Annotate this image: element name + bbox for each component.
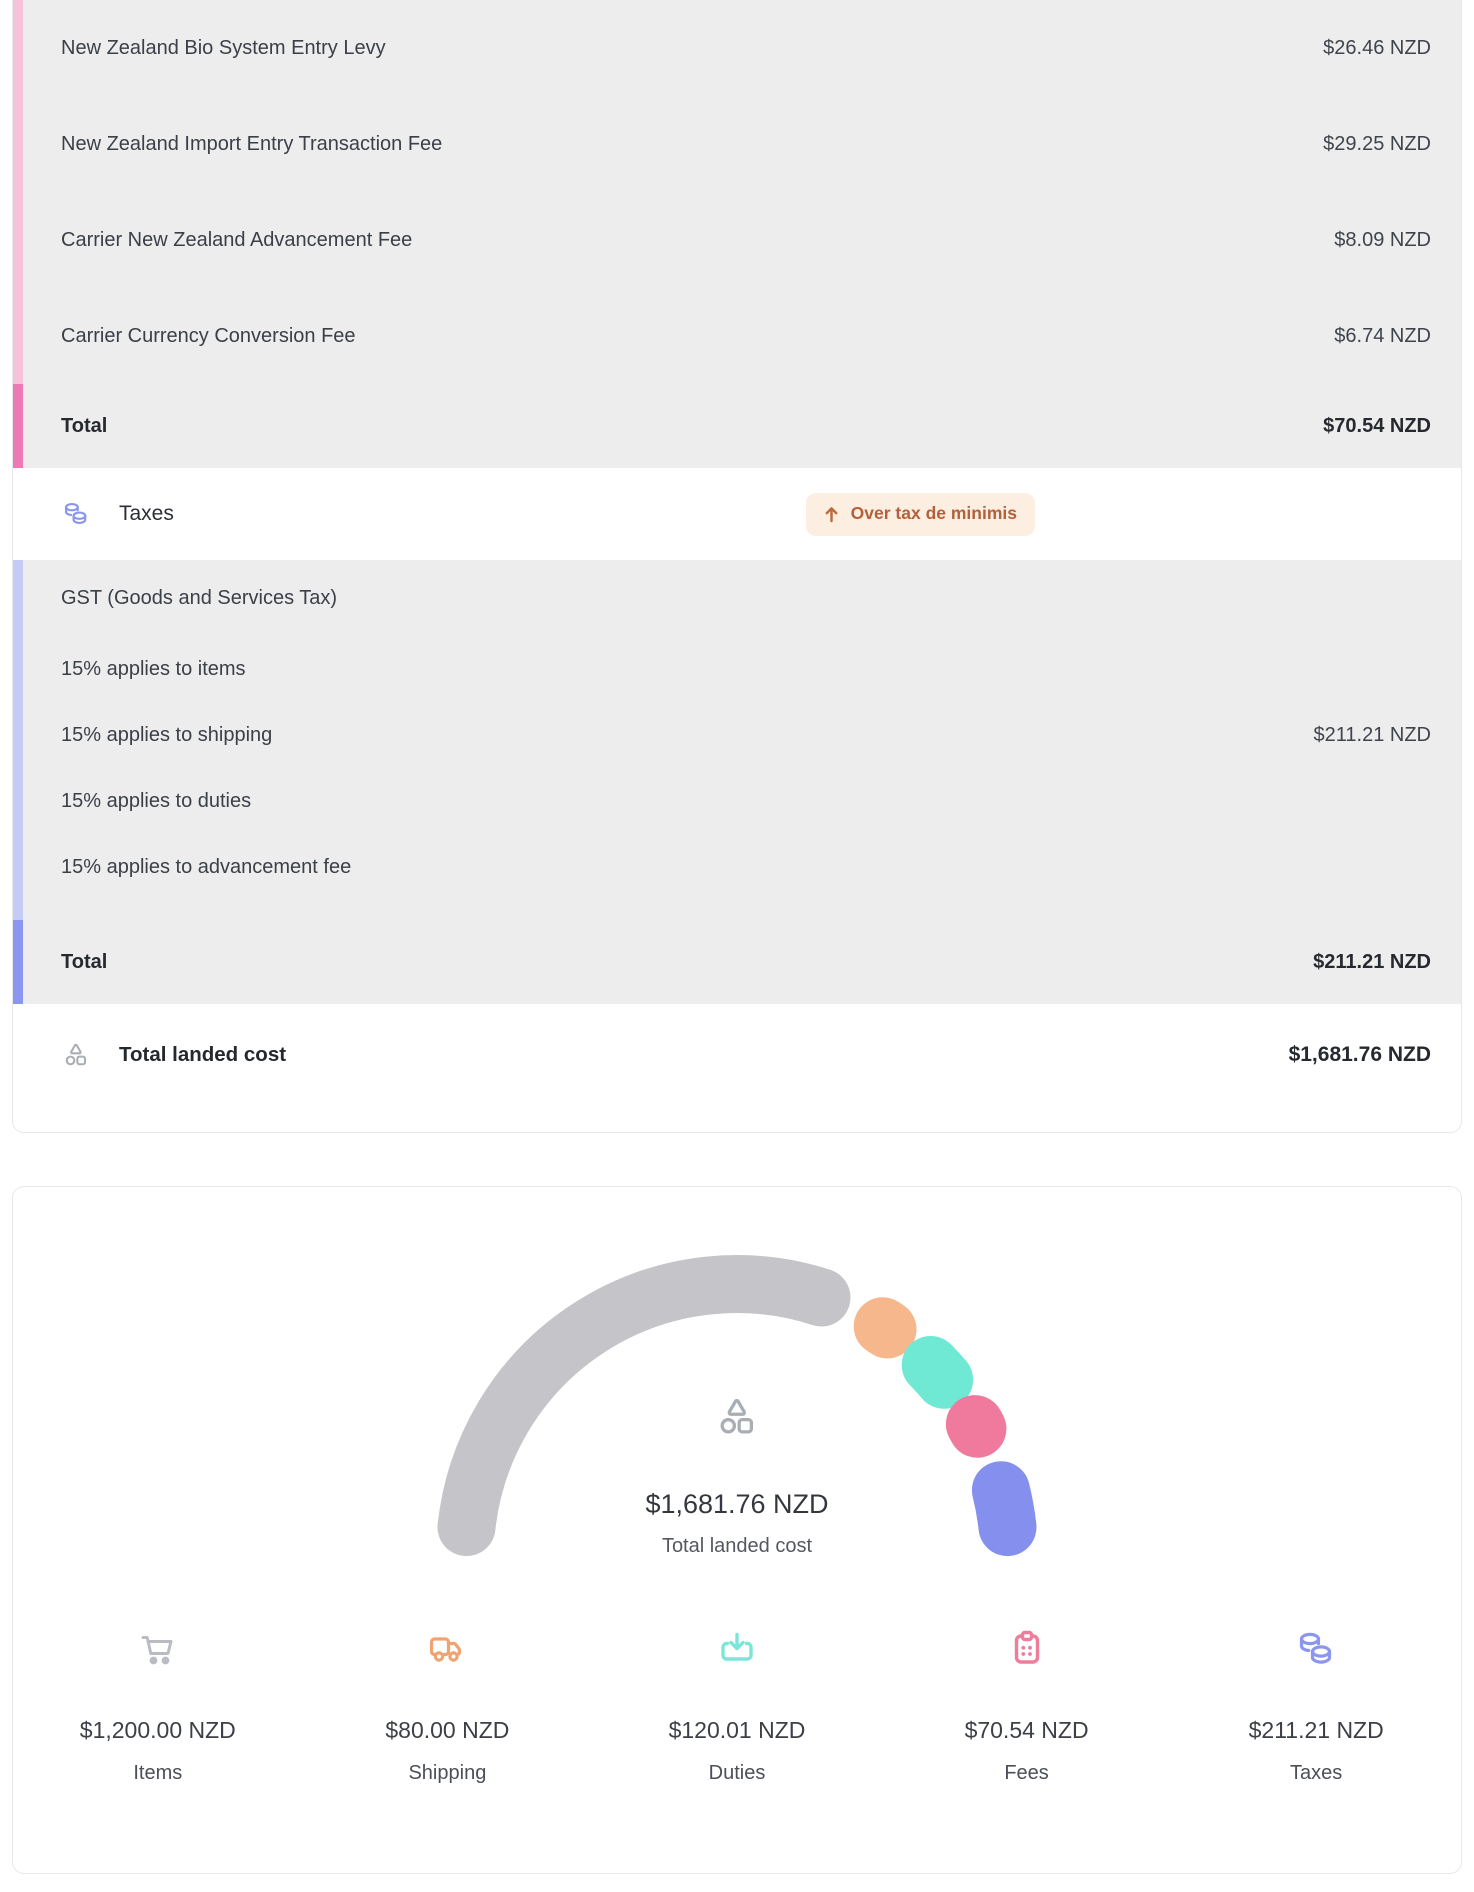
fees-accent-bar: [13, 0, 23, 96]
fee-row: New Zealand Bio System Entry Levy $26.46…: [13, 0, 1461, 96]
clipboard-icon: [1005, 1627, 1049, 1671]
download-icon: [715, 1627, 759, 1671]
stat-fees: $70.54 NZD Fees: [882, 1627, 1172, 1785]
landed-cost-shapes-icon: [61, 1040, 91, 1070]
fees-total-accent-bar: [13, 384, 23, 468]
tax-label: 15% applies to advancement fee: [61, 856, 351, 879]
total-landed-cost-row: Total landed cost $1,681.76 NZD: [13, 1004, 1461, 1132]
cost-summary-legend: $1,200.00 NZD Items $80.00 NZD Shipping: [13, 1627, 1461, 1785]
stat-shipping: $80.00 NZD Shipping: [303, 1627, 593, 1785]
tax-label: 15% applies to items: [61, 658, 246, 681]
fee-row: New Zealand Import Entry Transaction Fee…: [13, 96, 1461, 192]
truck-icon: [425, 1627, 469, 1671]
gauge-center: $1,681.76 NZD Total landed cost: [407, 1393, 1067, 1558]
tax-row: 15% applies to shipping $211.21 NZD: [13, 702, 1461, 768]
fee-row: Carrier New Zealand Advancement Fee $8.0…: [13, 192, 1461, 288]
landed-cost-gauge-card: $1,681.76 NZD Total landed cost $1,200.0…: [12, 1186, 1462, 1874]
cost-breakdown-card: New Zealand Bio System Entry Levy $26.46…: [12, 0, 1462, 1133]
fees-accent-bar: [13, 96, 23, 192]
fee-label: Carrier Currency Conversion Fee: [61, 325, 356, 348]
total-landed-cost-value: $1,681.76 NZD: [1289, 1043, 1431, 1067]
tax-accent-bar: [13, 702, 23, 768]
tax-label: 15% applies to shipping: [61, 724, 272, 747]
cart-icon: [136, 1627, 180, 1671]
stat-label: Duties: [592, 1762, 882, 1785]
gauge-segment-duties[interactable]: [931, 1365, 944, 1380]
tax-total-accent-bar: [13, 920, 23, 1004]
tax-total-value: $211.21 NZD: [1313, 951, 1431, 974]
total-landed-cost-label: Total landed cost: [119, 1043, 286, 1067]
tax-row: 15% applies to items: [13, 636, 1461, 702]
stat-label: Shipping: [303, 1762, 593, 1785]
tax-value: $211.21 NZD: [1314, 724, 1431, 747]
fee-label: New Zealand Import Entry Transaction Fee: [61, 133, 442, 156]
tax-row: 15% applies to advancement fee: [13, 834, 1461, 920]
fee-label: Carrier New Zealand Advancement Fee: [61, 229, 412, 252]
stat-duties: $120.01 NZD Duties: [592, 1627, 882, 1785]
tax-total-label: Total: [61, 951, 107, 974]
tax-accent-bar: [13, 636, 23, 702]
tax-accent-bar: [13, 834, 23, 920]
fee-row: Carrier Currency Conversion Fee $6.74 NZ…: [13, 288, 1461, 384]
fee-value: $8.09 NZD: [1334, 229, 1431, 252]
stat-label: Fees: [882, 1762, 1172, 1785]
fee-value: $6.74 NZD: [1334, 325, 1431, 348]
landed-cost-gauge: $1,681.76 NZD Total landed cost: [407, 1241, 1067, 1593]
fees-total-value: $70.54 NZD: [1323, 415, 1431, 438]
tax-accent-bar: [13, 560, 23, 636]
badge-label: Over tax de minimis: [851, 505, 1017, 523]
tax-row: GST (Goods and Services Tax): [13, 560, 1461, 636]
fee-value: $26.46 NZD: [1323, 37, 1431, 60]
coins-icon: [61, 499, 91, 529]
fees-total-row: Total $70.54 NZD: [13, 384, 1461, 468]
coins-icon: [1294, 1627, 1338, 1671]
tax-accent-bar: [13, 768, 23, 834]
over-tax-de-minimis-badge: Over tax de minimis: [806, 493, 1035, 536]
gauge-total-value: $1,681.76 NZD: [645, 1489, 828, 1520]
stat-label: Taxes: [1171, 1762, 1461, 1785]
taxes-section-header: Taxes Over tax de minimis: [13, 468, 1461, 560]
stat-items: $1,200.00 NZD Items: [13, 1627, 303, 1785]
stat-amount: $1,200.00 NZD: [13, 1717, 303, 1744]
fees-accent-bar: [13, 192, 23, 288]
tax-total-row: Total $211.21 NZD: [13, 920, 1461, 1004]
arrow-up-icon: [824, 505, 839, 524]
taxes-section-label: Taxes: [119, 502, 174, 526]
stat-amount: $70.54 NZD: [882, 1717, 1172, 1744]
fee-label: New Zealand Bio System Entry Levy: [61, 37, 386, 60]
tax-label: 15% applies to duties: [61, 790, 251, 813]
fee-value: $29.25 NZD: [1323, 133, 1431, 156]
gauge-total-label: Total landed cost: [662, 1535, 812, 1558]
gauge-segment-shipping[interactable]: [883, 1326, 888, 1329]
fees-total-label: Total: [61, 415, 107, 438]
stat-taxes: $211.21 NZD Taxes: [1171, 1627, 1461, 1785]
tax-label: GST (Goods and Services Tax): [61, 587, 337, 610]
stat-label: Items: [13, 1762, 303, 1785]
fees-accent-bar: [13, 288, 23, 384]
stat-amount: $120.01 NZD: [592, 1717, 882, 1744]
landed-cost-shapes-icon: [713, 1393, 761, 1441]
stat-amount: $80.00 NZD: [303, 1717, 593, 1744]
stat-amount: $211.21 NZD: [1171, 1717, 1461, 1744]
tax-row: 15% applies to duties: [13, 768, 1461, 834]
